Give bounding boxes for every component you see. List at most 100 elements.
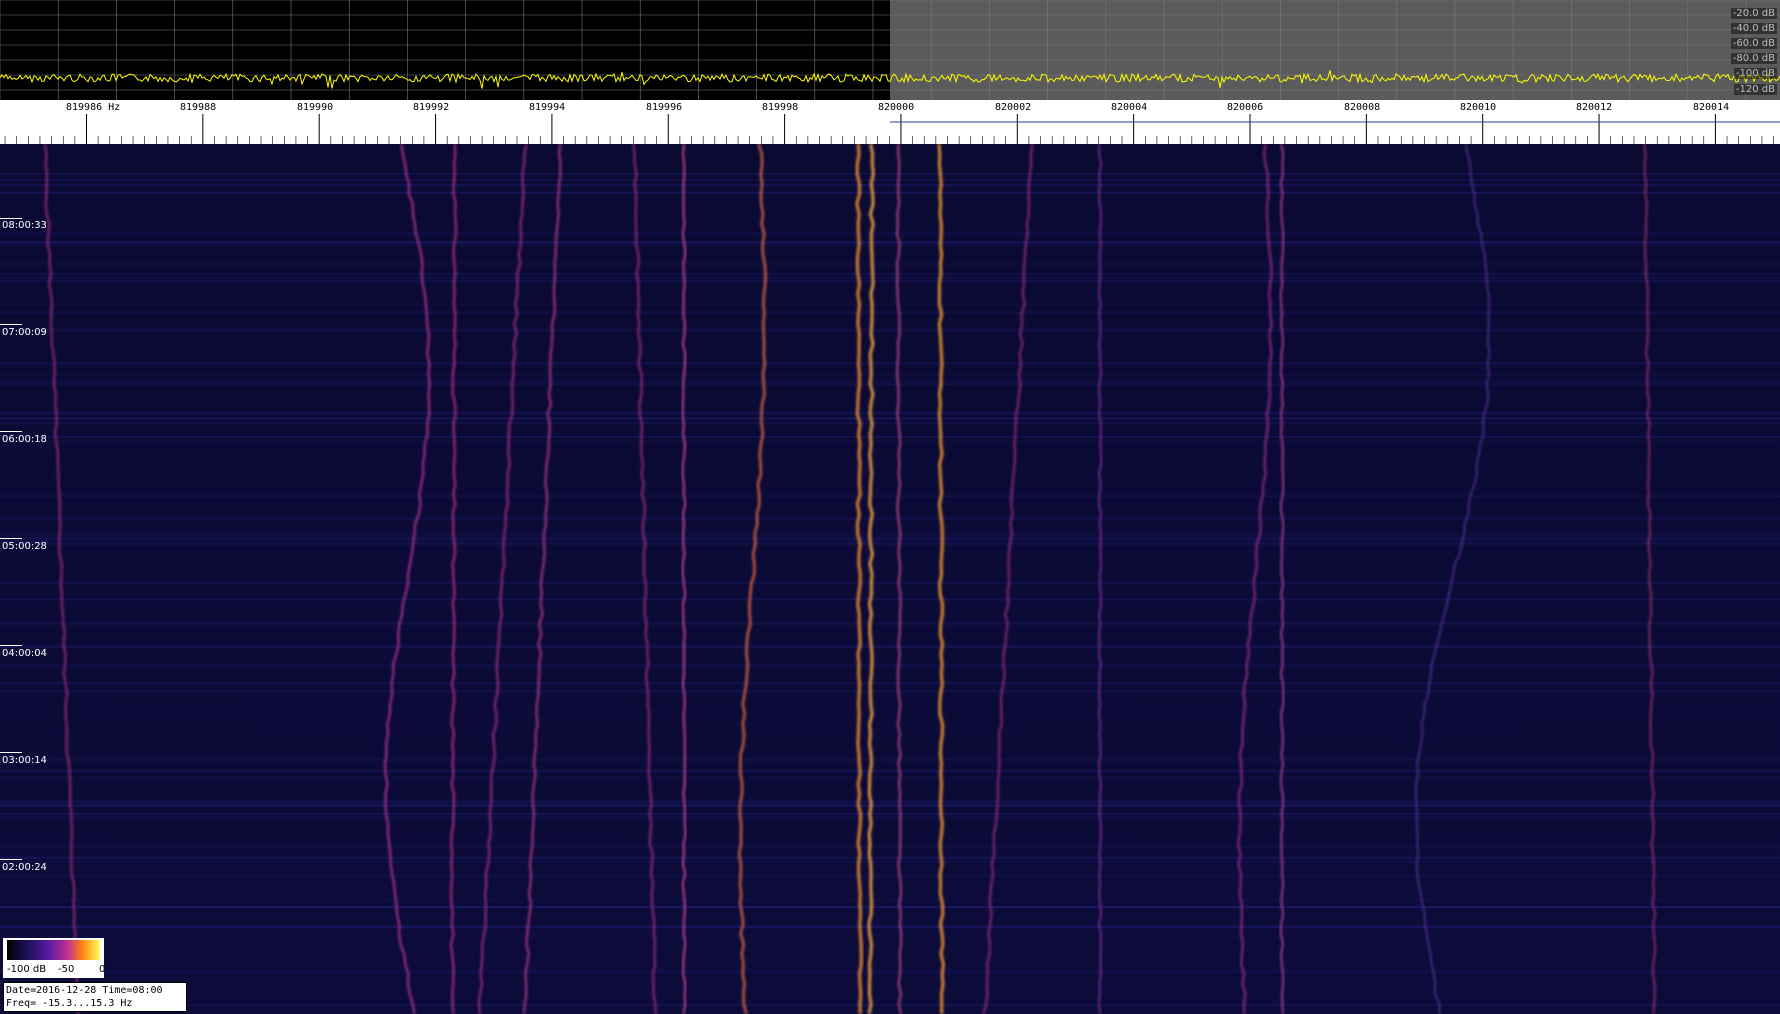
freq-label: 820000 (878, 102, 915, 113)
noise-band (0, 436, 1780, 438)
time-label: 06:00:18 (2, 434, 47, 445)
time-tick (0, 538, 22, 539)
noise-band (0, 804, 1780, 807)
noise-band (0, 241, 1780, 244)
noise-band (0, 273, 1780, 276)
noise-band (0, 379, 1780, 383)
noise-band (0, 311, 1780, 314)
noise-band (0, 441, 1780, 443)
noise-band (0, 329, 1780, 332)
noise-band (0, 383, 1780, 386)
noise-band (0, 812, 1780, 815)
time-tick (0, 752, 22, 753)
db-label-120: -120 dB (1733, 84, 1777, 95)
frequency-scale[interactable]: 819986 Hz 819988 819990 819992 819994 81… (0, 100, 1780, 144)
waterfall-traces (0, 144, 1780, 1014)
colorbar-legend: -100 dB -50 0 (3, 938, 106, 978)
freq-label: 820014 (1693, 102, 1730, 113)
freq-label: 819994 (529, 102, 566, 113)
freq-label: 820004 (1111, 102, 1148, 113)
db-label-100: -100 dB (1733, 68, 1777, 79)
colorbar-label-max: 0 (99, 964, 106, 975)
noise-band (0, 970, 1780, 973)
freq-label: 819986 Hz (66, 102, 121, 113)
time-tick (0, 859, 22, 860)
noise-band (0, 374, 1780, 376)
freq-label: 820012 (1576, 102, 1613, 113)
db-label-40: -40.0 dB (1730, 23, 1777, 34)
db-label-20: -20.0 dB (1730, 8, 1777, 19)
noise-band (0, 262, 1780, 266)
freq-label: 820008 (1344, 102, 1381, 113)
time-label: 07:00:09 (2, 327, 47, 338)
time-label: 03:00:14 (2, 755, 47, 766)
info-frequency-range: Freq= -15.3...15.3 Hz (6, 998, 133, 1009)
freq-label: 819990 (297, 102, 334, 113)
time-label: 04:00:04 (2, 648, 47, 659)
noise-band (0, 517, 1780, 520)
freq-label: 820006 (1227, 102, 1264, 113)
noise-band (0, 644, 1780, 648)
freq-label: 820002 (995, 102, 1032, 113)
noise-band (0, 898, 1780, 902)
colorbar-gradient (7, 940, 100, 960)
noise-band (0, 1004, 1780, 1006)
colorbar-label-mid: -50 (58, 964, 75, 975)
noise-band (0, 245, 1780, 247)
noise-band (0, 815, 1780, 819)
noise-band (0, 907, 1780, 909)
noise-band (0, 362, 1780, 365)
noise-band (0, 533, 1780, 536)
time-tick (0, 324, 22, 325)
noise-band (0, 538, 1780, 542)
noise-band (0, 665, 1780, 667)
freq-label: 819988 (180, 102, 217, 113)
time-tick (0, 218, 22, 219)
spectrum-panel[interactable]: -20.0 dB -40.0 dB -60.0 dB -80.0 dB -100… (0, 0, 1780, 100)
noise-band (0, 495, 1780, 497)
noise-band (0, 179, 1780, 181)
noise-band (0, 417, 1780, 420)
noise-band (0, 690, 1780, 693)
noise-band (0, 622, 1780, 626)
noise-band (0, 232, 1780, 236)
time-label: 02:00:24 (2, 862, 47, 873)
noise-band (0, 411, 1780, 415)
noise-band (0, 776, 1780, 779)
noise-band (0, 303, 1780, 306)
noise-band (0, 191, 1780, 194)
noise-band (0, 758, 1780, 762)
noise-band (0, 279, 1780, 283)
noise-band (0, 861, 1780, 864)
waterfall-display[interactable]: 08:00:33 07:00:09 06:00:18 05:00:28 04:0… (0, 144, 1780, 1014)
noise-band (0, 846, 1780, 848)
noise-band (0, 986, 1780, 988)
db-label-60: -60.0 dB (1730, 38, 1777, 49)
colorbar-label-min: -100 dB (7, 964, 47, 975)
info-box: Date=2016-12-28 Time=08:00 Freq= -15.3..… (3, 982, 187, 1012)
time-tick (0, 431, 22, 432)
freq-label: 819998 (762, 102, 799, 113)
noise-band (0, 277, 1780, 279)
noise-band (0, 421, 1780, 425)
noise-band (0, 598, 1780, 601)
db-label-80: -80.0 dB (1730, 53, 1777, 64)
noise-band (0, 874, 1780, 878)
noise-band (0, 934, 1780, 937)
time-tick (0, 645, 22, 646)
freq-label: 819996 (646, 102, 683, 113)
noise-band (0, 925, 1780, 929)
freq-label: 819992 (413, 102, 450, 113)
time-label: 05:00:28 (2, 541, 47, 552)
time-label: 08:00:33 (2, 220, 47, 231)
noise-band (0, 582, 1780, 584)
noise-band (0, 183, 1780, 187)
noise-band (0, 173, 1780, 175)
noise-band (0, 969, 1780, 971)
freq-label: 820010 (1460, 102, 1497, 113)
info-date-time: Date=2016-12-28 Time=08:00 (6, 985, 163, 996)
spectrum-plot (0, 0, 1780, 100)
noise-band (0, 682, 1780, 684)
noise-band (0, 800, 1780, 803)
noise-band (0, 856, 1780, 860)
